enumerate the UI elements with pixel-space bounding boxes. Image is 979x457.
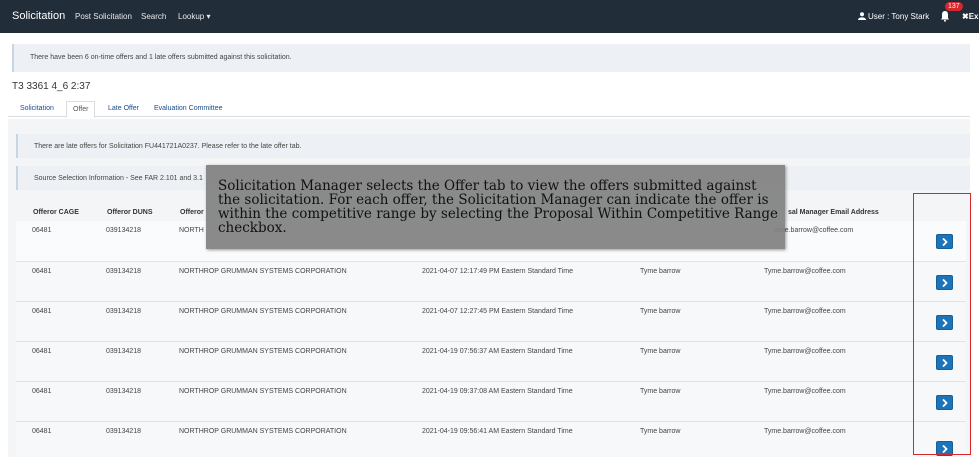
cell-cage: 06481 (32, 388, 52, 395)
late-offers-text: There are late offers for Solicitation F… (34, 143, 302, 150)
table-row: 06481 039134218 NORTHROP GRUMMAN SYSTEMS… (16, 341, 966, 381)
cell-offeror: NORTH (179, 227, 204, 234)
cell-offeror: NORTHROP GRUMMAN SYSTEMS CORPORATION (179, 388, 347, 395)
cell-cage: 06481 (32, 227, 52, 234)
cell-duns: 039134218 (106, 308, 142, 315)
col-header-offeror: Offeror (180, 209, 204, 216)
col-header-duns: Offeror DUNS (107, 209, 153, 216)
cell-date: 2021-04-19 07:56:37 AM Eastern Standard … (422, 348, 573, 355)
cell-manager: Tyme barrow (640, 268, 681, 275)
cell-duns: 039134218 (106, 388, 142, 395)
source-selection-text: Source Selection Information - See FAR 2… (34, 175, 203, 182)
col-header-cage: Offeror CAGE (33, 209, 79, 216)
top-navbar: Solicitation Post Solicitation Search Lo… (0, 0, 979, 33)
cell-cage: 06481 (32, 268, 52, 275)
notification-badge: 137 (945, 2, 963, 11)
cell-duns: 039134218 (106, 348, 142, 355)
cell-offeror: NORTHROP GRUMMAN SYSTEMS CORPORATION (179, 268, 347, 275)
solicitation-title: T3 3361 4_6 2:37 (12, 81, 91, 92)
action-column-highlight (913, 193, 971, 455)
cell-manager: Tyme barrow (640, 428, 681, 435)
table-row: 06481 039134218 NORTHROP GRUMMAN SYSTEMS… (16, 421, 966, 457)
table-row: 06481 039134218 NORTHROP GRUMMAN SYSTEMS… (16, 381, 966, 421)
tab-evaluation-committee[interactable]: Evaluation Committee (148, 101, 228, 118)
tab-late-offer[interactable]: Late Offer (102, 101, 145, 118)
cell-email: Tyme.barrow@coffee.com (764, 348, 846, 355)
brand-link[interactable]: Solicitation (12, 10, 65, 22)
tab-solicitation[interactable]: Solicitation (14, 101, 60, 118)
cell-duns: 039134218 (106, 268, 142, 275)
tutorial-callout: Solicitation Manager selects the Offer t… (206, 165, 785, 249)
user-menu[interactable]: User : Tony Stark (858, 12, 929, 21)
cell-manager: Tyme barrow (640, 308, 681, 315)
nav-post-solicitation[interactable]: Post Solicitation (75, 12, 132, 21)
cell-date: 2021-04-07 12:17:49 PM Eastern Standard … (422, 268, 573, 275)
table-row: 06481 039134218 NORTHROP GRUMMAN SYSTEMS… (16, 301, 966, 341)
cell-offeror: NORTHROP GRUMMAN SYSTEMS CORPORATION (179, 428, 347, 435)
offers-summary-text: There have been 6 on-time offers and 1 l… (30, 54, 292, 61)
cell-cage: 06481 (32, 308, 52, 315)
cell-email: Tyme.barrow@coffee.com (764, 308, 846, 315)
cell-cage: 06481 (32, 428, 52, 435)
tab-offer[interactable]: Offer (66, 101, 96, 118)
cell-duns: 039134218 (106, 428, 142, 435)
exit-link[interactable]: ✖Ex (962, 12, 979, 21)
cell-email: Tyme.barrow@coffee.com (764, 428, 846, 435)
cell-email: Tyme.barrow@coffee.com (764, 388, 846, 395)
nav-lookup-dropdown[interactable]: Lookup ▾ (178, 12, 210, 21)
user-icon (858, 12, 866, 20)
late-offers-alert: There are late offers for Solicitation F… (16, 134, 970, 158)
cell-manager: Tyme barrow (640, 388, 681, 395)
tab-bar: Solicitation Offer Late Offer Evaluation… (8, 99, 970, 118)
cell-manager: Tyme barrow (640, 348, 681, 355)
cell-offeror: NORTHROP GRUMMAN SYSTEMS CORPORATION (179, 348, 347, 355)
cell-duns: 039134218 (106, 227, 142, 234)
bell-icon[interactable] (940, 10, 950, 22)
offers-summary-alert: There have been 6 on-time offers and 1 l… (12, 44, 970, 72)
cell-date: 2021-04-07 12:27:45 PM Eastern Standard … (422, 308, 573, 315)
col-header-manager-email: sal Manager Email Address (788, 209, 879, 216)
user-name: User : Tony Stark (868, 12, 930, 21)
cell-date: 2021-04-19 09:56:41 AM Eastern Standard … (422, 428, 573, 435)
cell-email: Tyme.barrow@coffee.com (764, 268, 846, 275)
tutorial-text: Solicitation Manager selects the Offer t… (218, 178, 778, 236)
cell-email: ame.barrow@coffee.com (775, 227, 854, 234)
cell-date: 2021-04-19 09:37:08 AM Eastern Standard … (422, 388, 573, 395)
cell-cage: 06481 (32, 348, 52, 355)
cell-offeror: NORTHROP GRUMMAN SYSTEMS CORPORATION (179, 308, 347, 315)
table-row: 06481 039134218 NORTHROP GRUMMAN SYSTEMS… (16, 261, 966, 301)
nav-search[interactable]: Search (141, 12, 166, 21)
